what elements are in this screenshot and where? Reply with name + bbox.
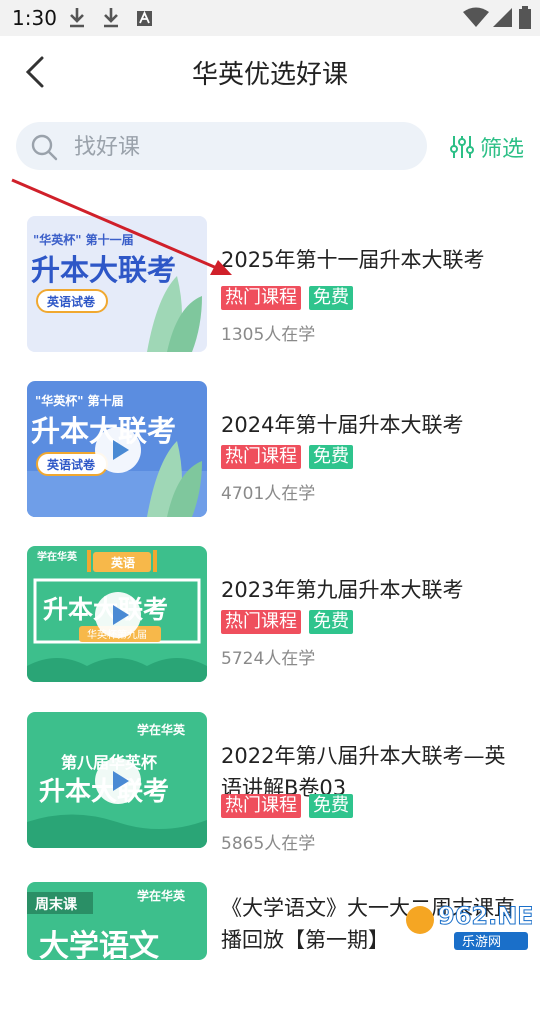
learner-count: 5724人在学	[221, 649, 316, 669]
course-thumbnail: 周末课 学在华英 大学语文	[27, 882, 207, 960]
page-title: 华英优选好课	[191, 60, 348, 90]
filter-icon	[450, 136, 474, 158]
free-tag: 免费	[309, 445, 353, 469]
thumb-subtitle: "华英杯" 第十一届	[33, 232, 134, 247]
wifi-icon	[463, 7, 489, 27]
play-icon[interactable]	[95, 592, 141, 638]
free-tag: 免费	[309, 286, 353, 310]
svg-text:962.NET: 962.NET	[438, 902, 532, 930]
hot-course-tag: 热门课程	[221, 286, 301, 310]
learner-count: 1305人在学	[221, 325, 316, 345]
search-input[interactable]	[72, 128, 416, 166]
search-box[interactable]	[16, 122, 427, 170]
thumb-subtitle: "华英杯" 第十届	[35, 393, 124, 408]
a-letter-icon	[137, 10, 152, 26]
thumb-badge: 英语试卷	[47, 457, 96, 472]
download-icon	[70, 8, 84, 28]
battery-icon	[519, 6, 531, 29]
course-title: 2024年第十届升本大联考	[221, 413, 464, 437]
play-icon[interactable]	[95, 427, 141, 473]
thumb-badge: 英语试卷	[47, 294, 96, 309]
course-thumbnail: 学在华英 第八届华英杯 升本大联考	[27, 712, 207, 848]
learner-count: 4701人在学	[221, 484, 316, 504]
course-thumbnail: "华英杯" 第十一届 升本大联考 英语试卷	[27, 216, 207, 352]
signal-icon	[493, 8, 512, 27]
search-row: 筛选	[0, 118, 540, 178]
thumb-sign: 英语	[111, 555, 135, 570]
filter-button[interactable]: 筛选	[450, 132, 524, 162]
course-item[interactable]: "华英杯" 第十一届 升本大联考 英语试卷 2025年第十一届升本大联考 热门课…	[0, 216, 540, 356]
course-item[interactable]: 学在华英 英语 升本大联考 华英杯第九届 2023年第九届升本大联考 热门课程 …	[0, 546, 540, 686]
course-tags: 热门课程 免费	[221, 286, 361, 310]
learner-count: 5865人在学	[221, 834, 316, 854]
hot-course-tag: 热门课程	[221, 445, 301, 469]
thumb-label: 周末课	[35, 896, 78, 913]
thumb-title: 大学语文	[39, 929, 159, 960]
watermark-logo: 962.NET 乐游网	[406, 902, 532, 950]
hot-course-tag: 热门课程	[221, 794, 301, 818]
free-tag: 免费	[309, 794, 353, 818]
status-bar: 1:30	[0, 0, 540, 36]
play-icon[interactable]	[95, 758, 141, 804]
course-item[interactable]: "华英杯" 第十届 升本大联考 英语试卷 2024年第十届升本大联考 热门课程 …	[0, 381, 540, 521]
course-title: 2025年第十一届升本大联考	[221, 248, 485, 272]
filter-label: 筛选	[480, 137, 525, 162]
download-icon	[104, 8, 118, 28]
thumb-brand: 学在华英	[137, 722, 186, 737]
course-thumbnail: 学在华英 英语 升本大联考 华英杯第九届	[27, 546, 207, 682]
course-thumbnail: "华英杯" 第十届 升本大联考 英语试卷	[27, 381, 207, 517]
status-time: 1:30	[12, 6, 57, 30]
course-item[interactable]: 学在华英 第八届华英杯 升本大联考 2022年第八届升本大联考—英语讲解B卷03…	[0, 712, 540, 854]
thumb-brand: 学在华英	[37, 550, 78, 563]
thumb-title: 升本大联考	[31, 253, 176, 287]
course-tags: 热门课程 免费	[221, 610, 361, 634]
course-tags: 热门课程 免费	[221, 794, 361, 818]
hot-course-tag: 热门课程	[221, 610, 301, 634]
free-tag: 免费	[309, 610, 353, 634]
search-icon	[31, 134, 58, 161]
course-title: 2023年第九届升本大联考	[221, 578, 464, 602]
course-tags: 热门课程 免费	[221, 445, 361, 469]
thumb-brand: 学在华英	[137, 888, 186, 903]
app-bar: 华英优选好课	[0, 36, 540, 108]
svg-text:乐游网: 乐游网	[462, 935, 501, 950]
